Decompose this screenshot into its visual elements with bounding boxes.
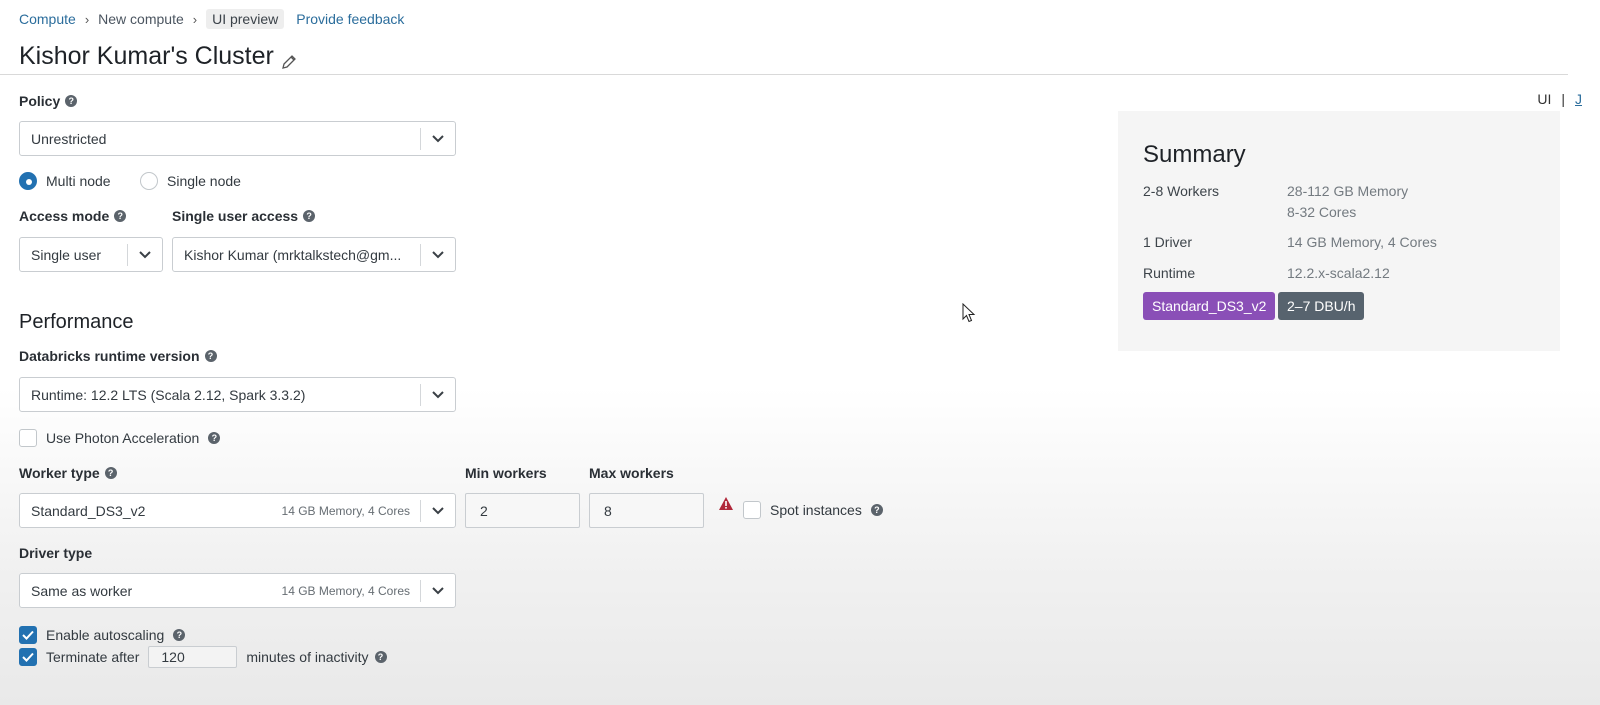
chevron-down-icon[interactable]	[421, 377, 455, 412]
help-icon[interactable]: ?	[104, 467, 117, 479]
access-mode-value: Single user	[31, 246, 102, 263]
spot-instances-row[interactable]: Spot instances ?	[743, 500, 883, 520]
ui-view-link[interactable]: UI	[1537, 91, 1551, 107]
dbu-chip: 2–7 DBU/h	[1278, 292, 1365, 320]
driver-type-meta: 14 GB Memory, 4 Cores	[281, 583, 410, 598]
runtime-label-text: Databricks runtime version	[19, 348, 200, 364]
policy-select[interactable]: Unrestricted	[19, 121, 456, 156]
provide-feedback-link[interactable]: Provide feedback	[296, 11, 404, 27]
photon-checkbox-row[interactable]: Use Photon Acceleration ?	[19, 428, 221, 448]
breadcrumb: Compute › New compute › UI preview Provi…	[19, 9, 404, 29]
worker-type-meta: 14 GB Memory, 4 Cores	[281, 503, 410, 518]
single-node-label: Single node	[167, 173, 241, 189]
multi-node-label: Multi node	[46, 173, 111, 189]
title-divider	[0, 74, 1568, 75]
cluster-name: Kishor Kumar's Cluster	[19, 41, 274, 70]
summary-workers-cores: 8-32 Cores	[1287, 204, 1357, 220]
breadcrumb-compute[interactable]: Compute	[19, 11, 76, 27]
chevron-down-icon[interactable]	[128, 237, 162, 272]
access-mode-select[interactable]: Single user	[19, 237, 163, 272]
terminate-label: Terminate after	[46, 649, 140, 665]
single-node-radio[interactable]: Single node	[140, 171, 241, 191]
help-icon[interactable]: ?	[204, 350, 217, 362]
chevron-right-icon: ›	[84, 11, 90, 27]
terminate-suffix: minutes of inactivity	[246, 649, 369, 665]
photon-label: Use Photon Acceleration	[46, 430, 200, 446]
page-title: Kishor Kumar's Cluster	[19, 40, 297, 72]
driver-type-value: Same as worker	[31, 582, 133, 599]
summary-workers-key: 2-8 Workers	[1143, 183, 1219, 199]
max-workers-input[interactable]: 8	[589, 493, 704, 528]
json-view-link[interactable]: J	[1575, 91, 1582, 107]
checkmark-icon	[22, 652, 34, 662]
help-icon[interactable]: ?	[114, 210, 127, 222]
spot-instances-label: Spot instances	[770, 502, 862, 518]
view-toggle: UI | J	[1537, 91, 1582, 107]
checkmark-icon	[22, 630, 34, 640]
min-workers-input[interactable]: 2	[465, 493, 580, 528]
single-user-access-label: Single user access ?	[172, 207, 316, 225]
policy-value: Unrestricted	[31, 130, 107, 147]
radio-unselected-icon	[140, 172, 158, 190]
help-icon[interactable]: ?	[208, 432, 221, 444]
terminate-row[interactable]: Terminate after 120 minutes of inactivit…	[19, 646, 387, 668]
driver-type-label: Driver type	[19, 545, 93, 561]
terminate-minutes-input[interactable]: 120	[148, 646, 238, 668]
runtime-value: Runtime: 12.2 LTS (Scala 2.12, Spark 3.3…	[31, 386, 306, 403]
node-type-chip: Standard_DS3_v2	[1143, 292, 1276, 320]
help-icon[interactable]: ?	[374, 651, 387, 663]
help-icon[interactable]: ?	[65, 95, 78, 107]
summary-panel: Summary 2-8 Workers 28-112 GB Memory 8-3…	[1118, 111, 1560, 351]
mouse-cursor-icon	[962, 302, 976, 323]
warning-icon	[718, 496, 734, 512]
policy-label: Policy ?	[19, 92, 78, 110]
summary-driver-value: 14 GB Memory, 4 Cores	[1287, 234, 1437, 250]
chevron-down-icon[interactable]	[421, 493, 455, 528]
ui-preview-badge: UI preview	[206, 9, 285, 29]
autoscaling-checkbox[interactable]	[19, 626, 37, 644]
runtime-label: Databricks runtime version ?	[19, 347, 217, 365]
max-workers-label: Max workers	[589, 465, 674, 481]
toggle-separator: |	[1561, 91, 1565, 107]
chevron-right-icon: ›	[192, 11, 198, 27]
chevron-down-icon[interactable]	[421, 237, 455, 272]
help-icon[interactable]: ?	[303, 210, 316, 222]
summary-runtime-value: 12.2.x-scala2.12	[1287, 265, 1390, 281]
summary-title: Summary	[1143, 141, 1246, 168]
chevron-down-icon[interactable]	[421, 573, 455, 608]
min-workers-label: Min workers	[465, 465, 547, 481]
single-user-access-select[interactable]: Kishor Kumar (mrktalkstech@gm...	[172, 237, 456, 272]
radio-selected-icon	[19, 172, 37, 190]
help-icon[interactable]: ?	[870, 504, 883, 516]
policy-label-text: Policy	[19, 93, 61, 109]
access-mode-label-text: Access mode	[19, 208, 110, 224]
summary-runtime-key: Runtime	[1143, 265, 1196, 281]
terminate-checkbox[interactable]	[19, 648, 37, 666]
worker-type-select[interactable]: Standard_DS3_v2 14 GB Memory, 4 Cores	[19, 493, 456, 528]
summary-workers-memory: 28-112 GB Memory	[1287, 183, 1409, 199]
summary-driver-key: 1 Driver	[1143, 234, 1193, 250]
driver-type-select[interactable]: Same as worker 14 GB Memory, 4 Cores	[19, 573, 456, 608]
help-icon[interactable]: ?	[173, 629, 186, 641]
single-user-access-label-text: Single user access	[172, 208, 299, 224]
performance-heading: Performance	[19, 310, 134, 333]
chevron-down-icon[interactable]	[421, 121, 455, 156]
breadcrumb-new-compute[interactable]: New compute	[98, 11, 184, 27]
runtime-select[interactable]: Runtime: 12.2 LTS (Scala 2.12, Spark 3.3…	[19, 377, 456, 412]
worker-type-label-text: Worker type	[19, 465, 100, 481]
autoscaling-row[interactable]: Enable autoscaling ?	[19, 625, 186, 645]
worker-type-value: Standard_DS3_v2	[31, 502, 146, 519]
access-mode-label: Access mode ?	[19, 207, 127, 225]
autoscaling-label: Enable autoscaling	[46, 627, 165, 643]
photon-checkbox[interactable]	[19, 429, 37, 447]
spot-instances-checkbox[interactable]	[743, 501, 761, 519]
pencil-icon[interactable]	[281, 48, 297, 69]
worker-type-label: Worker type ?	[19, 464, 117, 482]
single-user-access-value: Kishor Kumar (mrktalkstech@gm...	[184, 246, 402, 263]
multi-node-radio[interactable]: Multi node	[19, 171, 111, 191]
